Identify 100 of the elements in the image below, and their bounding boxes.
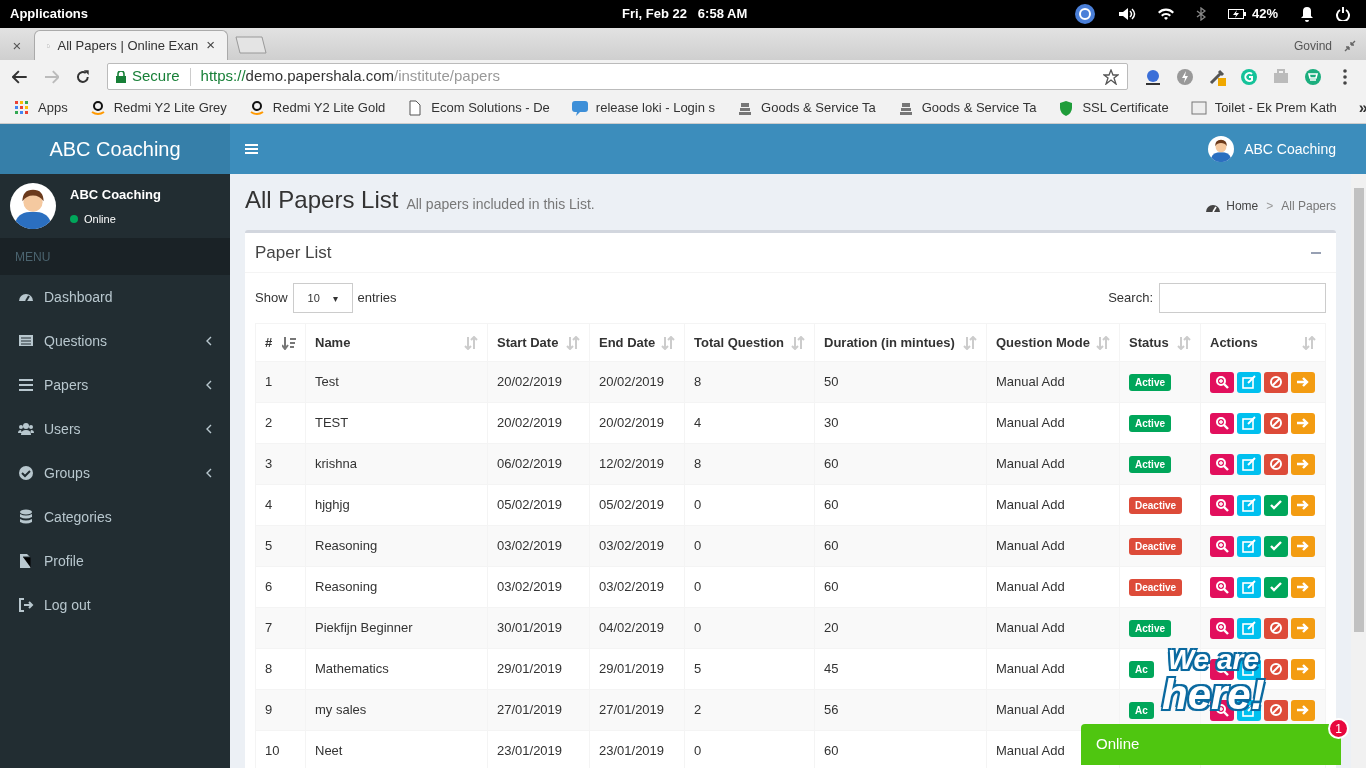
applications-menu[interactable]: Applications xyxy=(10,4,88,24)
extension-icon[interactable] xyxy=(1144,67,1162,86)
star-icon[interactable] xyxy=(1103,68,1119,85)
sort-icon xyxy=(1177,335,1191,350)
open-button[interactable] xyxy=(1291,576,1315,598)
open-button[interactable] xyxy=(1291,617,1315,639)
deactivate-button[interactable] xyxy=(1264,371,1288,393)
collapse-icon[interactable] xyxy=(1311,250,1321,255)
activate-button[interactable] xyxy=(1264,494,1288,516)
edit-icon xyxy=(1242,539,1256,553)
status-badge: Deactive xyxy=(1129,538,1183,556)
table-cell: 2 xyxy=(265,415,273,431)
user-menu[interactable]: ABC Coaching xyxy=(1208,136,1336,162)
column-header[interactable]: Total Question xyxy=(684,323,815,362)
more-bookmarks-button[interactable]: » xyxy=(1358,96,1366,120)
bookmark[interactable]: Redmi Y2 Lite Grey xyxy=(89,98,227,118)
view-button[interactable] xyxy=(1210,535,1234,557)
table-cell: 05/02/2019 xyxy=(599,497,665,513)
activate-button[interactable] xyxy=(1264,576,1288,598)
deactivate-button[interactable] xyxy=(1264,412,1288,434)
search-label: Search: xyxy=(1108,289,1153,308)
column-header[interactable]: Actions xyxy=(1200,323,1326,362)
page-size-select[interactable]: 10 ▾ xyxy=(292,283,353,313)
lightning-icon[interactable] xyxy=(1176,67,1194,86)
browser-icon[interactable] xyxy=(1073,3,1096,25)
view-button[interactable] xyxy=(1210,617,1234,639)
deactivate-button[interactable] xyxy=(1264,658,1288,680)
bluetooth-icon[interactable] xyxy=(1195,7,1206,21)
sidebar-menu-item[interactable]: Groups xyxy=(0,451,230,495)
bell-icon[interactable] xyxy=(1300,6,1314,22)
battery-icon[interactable] xyxy=(1227,9,1246,19)
volume-icon[interactable] xyxy=(1117,7,1136,21)
column-header[interactable]: Question Mode xyxy=(986,323,1120,362)
column-header[interactable]: Status xyxy=(1119,323,1201,362)
bookmark[interactable]: release loki - Login s xyxy=(571,98,716,118)
deactivate-button[interactable] xyxy=(1264,617,1288,639)
column-header[interactable]: Duration (in mintues) xyxy=(814,323,987,362)
sidebar-menu-item[interactable]: Questions xyxy=(0,319,230,363)
sidebar-menu-item[interactable]: Profile xyxy=(0,539,230,583)
minimize-icon[interactable] xyxy=(1344,40,1356,52)
view-button[interactable] xyxy=(1210,576,1234,598)
table-cell: 60 xyxy=(824,538,839,554)
bookmark[interactable]: Redmi Y2 Lite Gold xyxy=(248,98,386,118)
open-button[interactable] xyxy=(1291,494,1315,516)
bookmark[interactable]: Ecom Solutions - De xyxy=(407,98,550,118)
open-button[interactable] xyxy=(1291,412,1315,434)
column-header[interactable]: End Date xyxy=(589,323,685,362)
search-field[interactable] xyxy=(1159,283,1326,313)
bookmark[interactable]: Goods & Service Ta xyxy=(897,98,1037,118)
view-button[interactable] xyxy=(1210,453,1234,475)
sidebar-menu-item[interactable]: Log out xyxy=(0,583,230,627)
bookmark[interactable]: Toilet - Ek Prem Kath xyxy=(1190,98,1337,118)
bookmark[interactable]: Goods & Service Ta xyxy=(737,98,876,118)
cart-icon[interactable] xyxy=(1304,67,1322,86)
back-icon[interactable] xyxy=(12,69,28,84)
open-button[interactable] xyxy=(1291,699,1315,721)
sidebar-menu-item[interactable]: Users xyxy=(0,407,230,451)
grammar-icon[interactable] xyxy=(1240,67,1258,86)
close-tab-button[interactable]: × xyxy=(206,34,215,57)
wifi-icon[interactable] xyxy=(1157,8,1174,20)
table-cell: 20/02/2019 xyxy=(497,415,563,431)
deactivate-button[interactable] xyxy=(1264,453,1288,475)
column-header[interactable]: # xyxy=(255,323,306,362)
bookmark[interactable]: SSL Certificate xyxy=(1058,98,1169,118)
deactivate-button[interactable] xyxy=(1264,699,1288,721)
column-header[interactable]: Start Date xyxy=(487,323,590,362)
activate-button[interactable] xyxy=(1264,535,1288,557)
close-window-button[interactable]: × xyxy=(0,32,34,60)
table-cell: Mathematics xyxy=(315,661,389,677)
view-button[interactable] xyxy=(1210,371,1234,393)
menu-icon[interactable] xyxy=(245,143,258,155)
breadcrumb-link[interactable]: All Papers xyxy=(1281,197,1336,215)
reload-icon[interactable] xyxy=(75,68,91,85)
scrollbar-thumb[interactable] xyxy=(1353,188,1364,632)
open-button[interactable] xyxy=(1291,453,1315,475)
power-icon[interactable] xyxy=(1336,7,1350,21)
ban-icon xyxy=(1269,703,1283,717)
view-button[interactable] xyxy=(1210,412,1234,434)
bookmark[interactable]: Apps xyxy=(14,98,68,118)
table-cell: krishna xyxy=(315,456,357,472)
sidebar-menu-item[interactable]: Papers xyxy=(0,363,230,407)
eyedropper-icon[interactable] xyxy=(1208,67,1226,86)
open-button[interactable] xyxy=(1291,658,1315,680)
address-bar[interactable]: Secure https://demo.papershala.com/institute/papers xyxy=(107,63,1128,90)
sidebar-menu-item[interactable]: Categories xyxy=(0,495,230,539)
breadcrumb-link[interactable]: Home xyxy=(1206,197,1259,215)
browser-tab[interactable]: All Papers | Online Exan × xyxy=(34,30,228,60)
table-cell: 8 xyxy=(265,661,273,677)
app-logo[interactable]: ABC Coaching xyxy=(0,124,230,174)
tab-title: All Papers | Online Exan xyxy=(57,36,199,55)
column-header[interactable]: Name xyxy=(305,323,488,362)
view-button[interactable] xyxy=(1210,494,1234,516)
open-button[interactable] xyxy=(1291,535,1315,557)
battery-percent: 42% xyxy=(1251,5,1278,24)
shopping-icon xyxy=(248,100,265,116)
check-icon xyxy=(1269,580,1283,594)
table-cell: 2 xyxy=(694,702,702,718)
table-cell: 50 xyxy=(824,374,839,390)
sidebar-menu-item[interactable]: Dashboard xyxy=(0,275,230,319)
open-button[interactable] xyxy=(1291,371,1315,393)
